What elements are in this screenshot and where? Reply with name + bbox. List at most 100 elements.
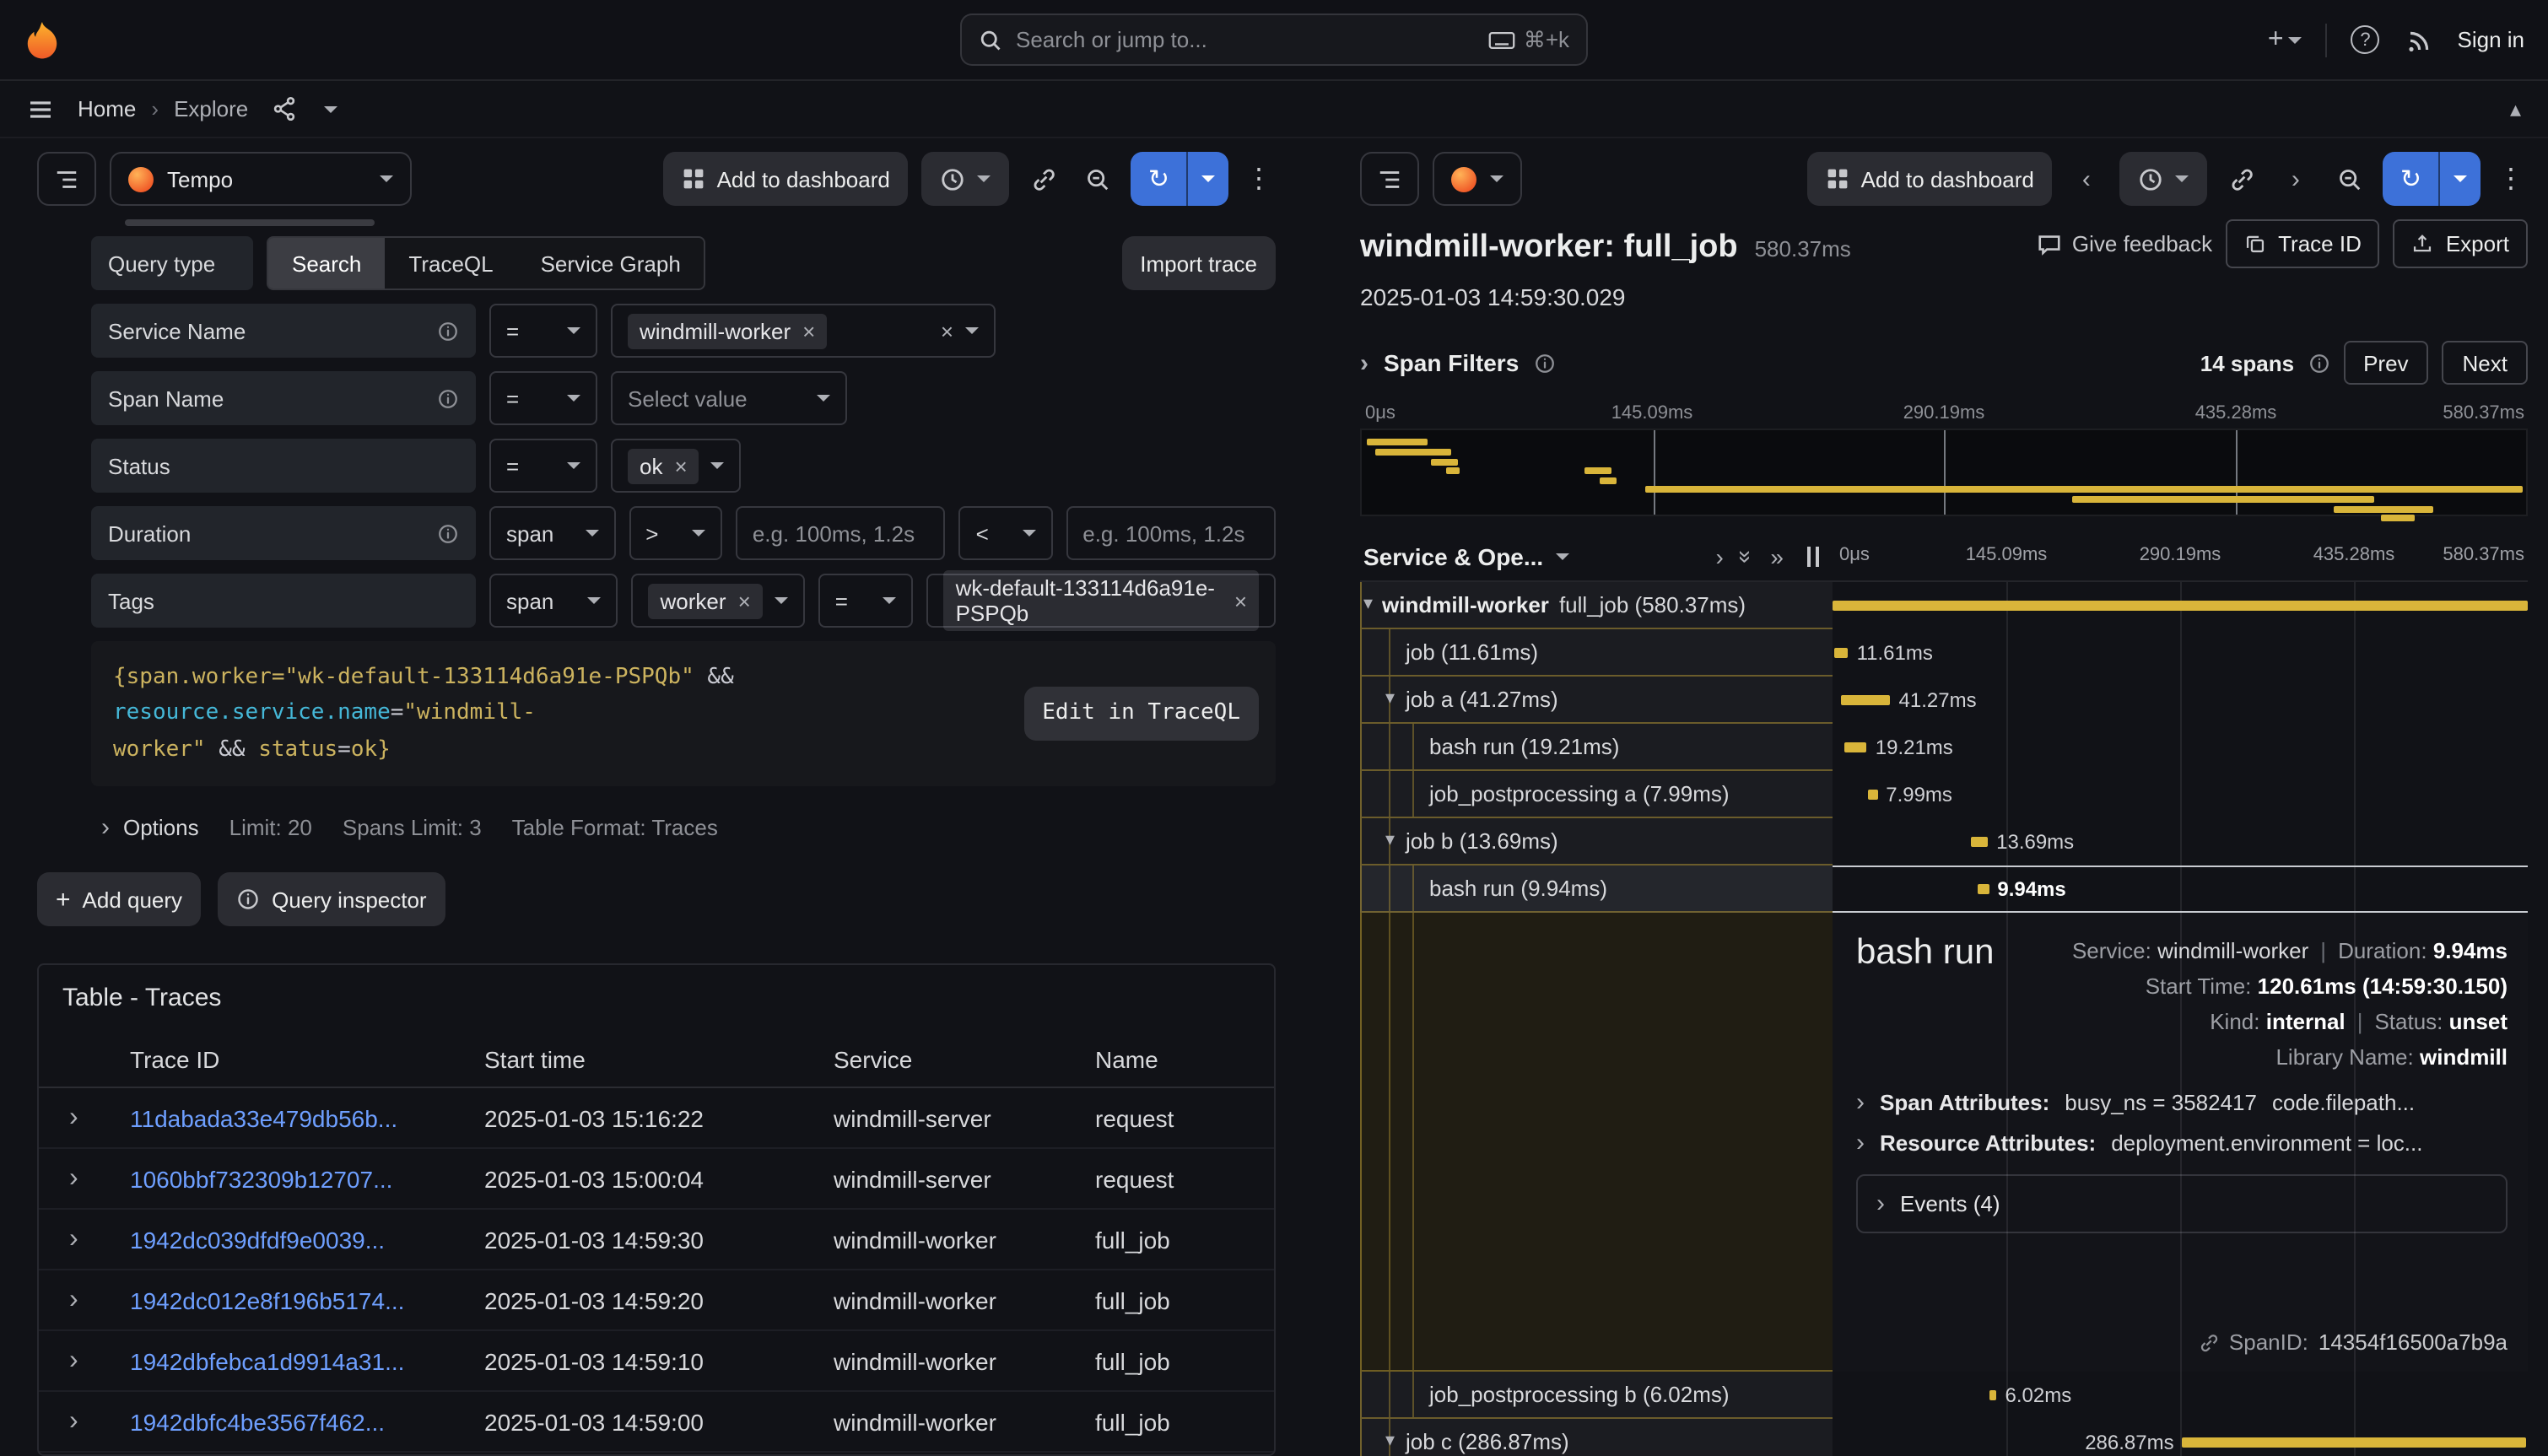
pane-kebab-menu[interactable]: ⋮: [1242, 162, 1276, 196]
remove-icon[interactable]: ×: [738, 588, 751, 613]
collapse-toolbar-button[interactable]: ▴: [2507, 92, 2524, 126]
remove-icon[interactable]: ×: [1234, 588, 1247, 613]
trace-id-link[interactable]: 1942dbfebca1d9914a31...: [130, 1348, 404, 1375]
clear-icon[interactable]: ×: [941, 318, 953, 343]
zoom-out-button[interactable]: [1077, 152, 1118, 206]
span-row[interactable]: bash run (9.94ms)9.94ms: [1360, 866, 2528, 913]
column-header[interactable]: Service: [820, 1033, 1082, 1088]
duration-gt-input[interactable]: e.g. 100ms, 1.2s: [736, 506, 946, 560]
datasource-picker[interactable]: Tempo: [110, 152, 412, 206]
tags-key-select[interactable]: worker×: [632, 574, 805, 628]
span-row[interactable]: ▾job b (13.69ms)13.69ms: [1360, 818, 2528, 866]
expand-row-icon[interactable]: ›: [69, 1226, 78, 1254]
mega-menu-toggle[interactable]: [24, 92, 57, 126]
column-header[interactable]: Start time: [471, 1033, 820, 1088]
collapse-span-icon[interactable]: ▾: [1385, 832, 1395, 850]
name-column-header[interactable]: Service & Ope...: [1363, 542, 1543, 569]
span-row[interactable]: job (11.61ms)11.61ms: [1360, 629, 2528, 677]
status-operator-select[interactable]: =: [489, 439, 597, 493]
trace-id-link[interactable]: 1942dbfc4be3567f462...: [130, 1409, 385, 1436]
search-bar[interactable]: Search or jump to... ⌘+k: [960, 13, 1588, 66]
tags-scope-select[interactable]: span: [489, 574, 618, 628]
expand-all-icon[interactable]: »: [1734, 549, 1761, 563]
add-to-dashboard-button[interactable]: Add to dashboard: [663, 152, 909, 206]
span-row[interactable]: job_postprocessing b (6.02ms)6.02ms: [1360, 1372, 2528, 1419]
status-value-select[interactable]: ok×: [611, 439, 742, 493]
resource-attributes-accordion[interactable]: › Resource Attributes: deployment.enviro…: [1856, 1130, 2508, 1156]
collapse-all-icon[interactable]: »: [1770, 542, 1784, 569]
trace-minimap[interactable]: [1360, 429, 2528, 516]
content-outline-button[interactable]: [1360, 152, 1419, 206]
span-bar[interactable]: [2183, 1437, 2526, 1448]
trace-id-link[interactable]: 1942dc012e8f196b5174...: [130, 1287, 404, 1314]
new-menu-button[interactable]: +: [2265, 21, 2306, 58]
span-row[interactable]: ▾job a (41.27ms)41.27ms: [1360, 677, 2528, 724]
service-name-value-select[interactable]: windmill-worker× ×: [611, 304, 996, 358]
pane-resize-handle[interactable]: [1276, 152, 1360, 1456]
span-bar[interactable]: [1989, 1390, 1997, 1400]
collapse-span-icon[interactable]: ▾: [1385, 1432, 1395, 1451]
breadcrumb-home[interactable]: Home: [78, 96, 136, 121]
span-name-value-select[interactable]: Select value: [611, 371, 847, 425]
sign-in-link[interactable]: Sign in: [2458, 27, 2525, 52]
span-bar[interactable]: [1834, 648, 1848, 658]
pause-icon[interactable]: [1807, 546, 1819, 566]
trace-id-button[interactable]: Trace ID: [2226, 219, 2380, 268]
trace-id-link[interactable]: 1942dc039dfdf9e0039...: [130, 1227, 385, 1254]
import-trace-button[interactable]: Import trace: [1121, 236, 1276, 290]
tags-operator-select[interactable]: =: [818, 574, 914, 628]
expand-row-icon[interactable]: ›: [69, 1286, 78, 1315]
share-shortlink-button[interactable]: [268, 93, 300, 125]
time-range-picker[interactable]: [2120, 152, 2208, 206]
span-row[interactable]: ▾job c (286.87ms)286.87ms: [1360, 1419, 2528, 1456]
grafana-logo[interactable]: [24, 19, 61, 60]
query-inspector-button[interactable]: Query inspector: [218, 873, 445, 927]
span-row[interactable]: bash run (19.21ms)19.21ms: [1360, 724, 2528, 771]
shift-time-back-button[interactable]: ‹: [2066, 152, 2107, 206]
options-accordion[interactable]: ›Options Limit: 20 Spans Limit: 3 Table …: [91, 804, 1276, 853]
span-row[interactable]: ▾windmill-workerfull_job (580.37ms): [1360, 582, 2528, 629]
collapse-one-icon[interactable]: ›: [1715, 542, 1723, 569]
add-query-button[interactable]: +Add query: [37, 873, 201, 927]
breadcrumb-explore[interactable]: Explore: [174, 96, 248, 121]
span-row[interactable]: job_postprocessing a (7.99ms)7.99ms: [1360, 771, 2528, 818]
span-bar[interactable]: [1977, 884, 1989, 894]
span-bar[interactable]: [1868, 790, 1877, 800]
duration-lt-operator-select[interactable]: <: [959, 506, 1053, 560]
query-type-tab-traceql[interactable]: TraceQL: [385, 238, 516, 289]
duration-lt-input[interactable]: e.g. 100ms, 1.2s: [1066, 506, 1276, 560]
span-bar[interactable]: [1844, 742, 1866, 752]
events-accordion[interactable]: › Events (4): [1856, 1174, 2508, 1233]
share-caret-button[interactable]: [321, 102, 341, 116]
trace-id-link[interactable]: 1060bbf732309b12707...: [130, 1166, 392, 1193]
duration-scope-select[interactable]: span: [489, 506, 615, 560]
next-span-button[interactable]: Next: [2443, 341, 2528, 385]
expand-row-icon[interactable]: ›: [69, 1408, 78, 1437]
edit-in-traceql-button[interactable]: Edit in TraceQL: [1023, 687, 1259, 741]
remove-icon[interactable]: ×: [802, 318, 815, 343]
span-bar[interactable]: [1841, 695, 1891, 705]
span-bar[interactable]: [1972, 837, 1988, 847]
query-type-tab-service-graph[interactable]: Service Graph: [517, 238, 704, 289]
give-feedback-button[interactable]: Give feedback: [2037, 231, 2212, 256]
span-filters-accordion[interactable]: › Span Filters: [1360, 349, 1556, 376]
link-button[interactable]: [1023, 152, 1064, 206]
column-header[interactable]: Trace ID: [116, 1033, 471, 1088]
zoom-out-button[interactable]: [2329, 152, 2370, 206]
column-header[interactable]: Name: [1082, 1033, 1274, 1088]
help-button[interactable]: ?: [2348, 22, 2383, 57]
query-type-tab-search[interactable]: Search: [268, 238, 385, 289]
span-name-operator-select[interactable]: =: [489, 371, 597, 425]
shift-time-forward-button[interactable]: ›: [2275, 152, 2316, 206]
run-query-button[interactable]: ↻: [1131, 152, 1228, 206]
expand-row-icon[interactable]: ›: [69, 1104, 78, 1133]
run-query-button[interactable]: ↻: [2383, 152, 2481, 206]
collapse-span-icon[interactable]: ▾: [1363, 596, 1373, 614]
time-range-picker[interactable]: [922, 152, 1010, 206]
trace-id-link[interactable]: 11dabada33e479db56b...: [130, 1105, 397, 1132]
prev-span-button[interactable]: Prev: [2343, 341, 2428, 385]
expand-row-icon[interactable]: ›: [69, 1165, 78, 1194]
export-button[interactable]: Export: [2394, 219, 2528, 268]
service-name-operator-select[interactable]: =: [489, 304, 597, 358]
content-outline-button[interactable]: [37, 152, 96, 206]
